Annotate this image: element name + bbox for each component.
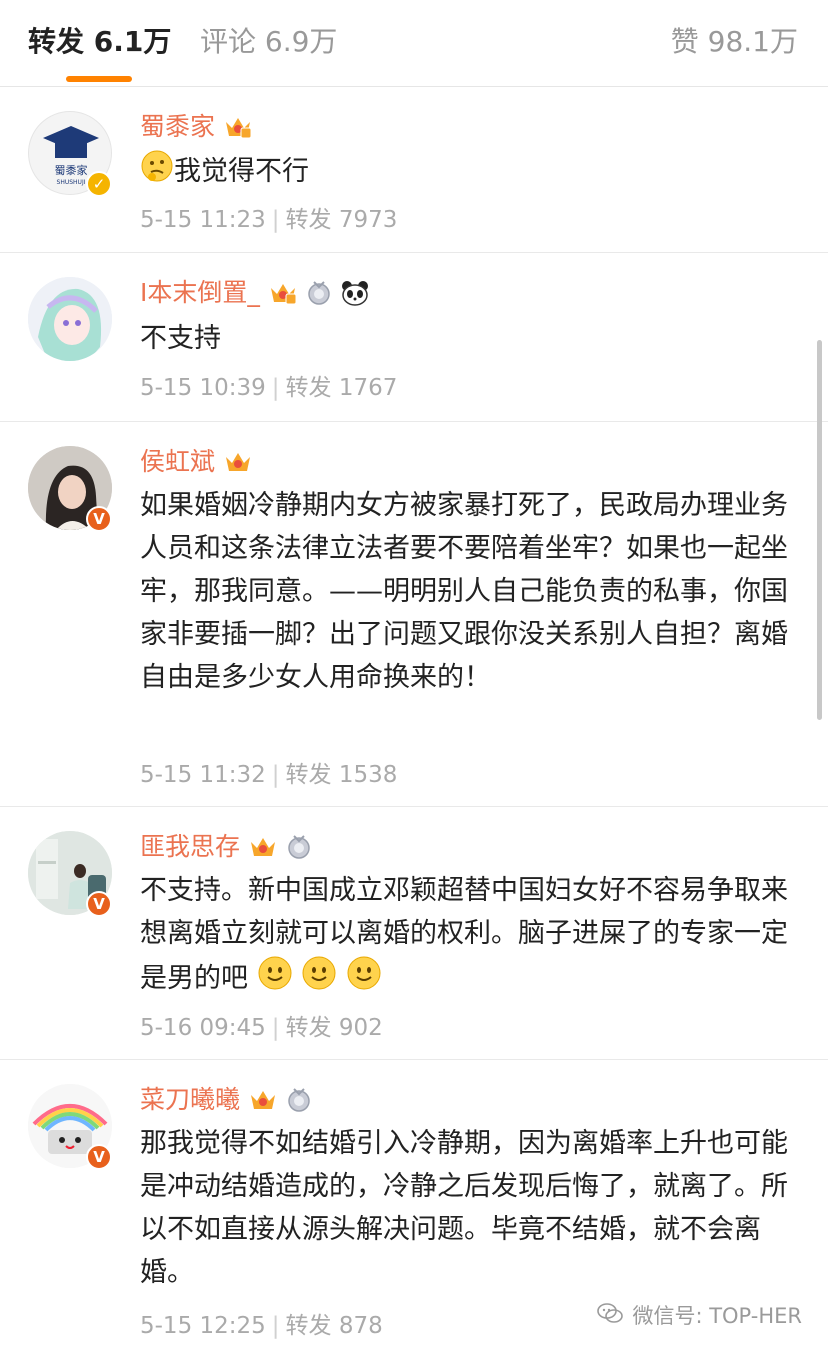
wechat-icon [596, 1301, 624, 1330]
comment-text: 如果婚姻冷静期内女方被家暴打死了，民政局办理业务人员和这条法律立法者要不要陪着坐… [140, 490, 788, 693]
active-tab-indicator [66, 76, 132, 82]
vip-crown-icon[interactable] [248, 834, 278, 860]
avatar-logo-subtext: SHUSHUJI [57, 179, 86, 186]
tab-like[interactable]: 赞 98.1万 [671, 22, 798, 62]
repost-count[interactable]: 转发 1538 [286, 762, 398, 788]
avatar[interactable] [28, 277, 112, 361]
vip-crown-icon[interactable] [268, 280, 298, 306]
smile-emoji-icon [301, 955, 337, 1004]
avatar-logo-text: 蜀黍家 [55, 163, 88, 177]
verified-badge-icon: V [86, 1144, 112, 1170]
verified-badge-icon: ✓ [86, 171, 112, 197]
repost-count[interactable]: 转发 902 [286, 1015, 383, 1041]
vip-crown-icon[interactable] [223, 449, 253, 475]
comment-text: 那我觉得不如结婚引入冷静期，因为离婚率上升也可能是冲动结婚造成的，冷静之后发现后… [140, 1128, 788, 1288]
panda-icon[interactable] [340, 280, 370, 306]
repost-count[interactable]: 转发 1767 [286, 375, 398, 401]
thinking-emoji-icon [140, 149, 174, 196]
comment-time: 5-15 12:25 [140, 1313, 266, 1339]
comment-time: 5-15 10:39 [140, 375, 266, 401]
smile-emoji-icon [257, 955, 293, 1004]
verified-badge-icon: V [86, 506, 112, 532]
comment-time: 5-15 11:23 [140, 207, 266, 233]
repost-count[interactable]: 转发 878 [286, 1313, 383, 1339]
comment-time: 5-15 11:32 [140, 762, 266, 788]
repost-count[interactable]: 转发 7973 [286, 207, 398, 233]
tab-bar: 转发 6.1万 评论 6.9万 赞 98.1万 [0, 0, 828, 87]
smile-emoji-icon [346, 955, 382, 1004]
tab-repost[interactable]: 转发 6.1万 [28, 22, 171, 62]
username[interactable]: 侯虹斌 [140, 444, 215, 480]
list-item: 蜀黍家 SHUSHUJI ✓ 蜀黍家 我觉得不行 5-15 11:23 | 转发 7… [0, 87, 828, 253]
list-item: I本末倒置_ 不支持 5-15 10:39 | 转发 1767 [0, 253, 828, 422]
vip-crown-icon[interactable] [248, 1087, 278, 1113]
list-item: V 匪我思存 不支持。新中国成立邓颖超替中国妇女好不容易争取来想离婚立刻就可以离… [0, 807, 828, 1060]
watermark: 微信号: TOP-HER [596, 1300, 802, 1330]
comment-time: 5-16 09:45 [140, 1015, 266, 1041]
medal-icon[interactable] [286, 834, 312, 860]
tab-comment[interactable]: 评论 6.9万 [200, 22, 337, 62]
watermark-text: 微信号: TOP-HER [632, 1304, 802, 1328]
username[interactable]: I本末倒置_ [140, 275, 260, 311]
username[interactable]: 匪我思存 [140, 829, 240, 865]
scrollbar[interactable] [817, 340, 822, 720]
comment-text: 不支持 [140, 323, 221, 354]
medal-icon[interactable] [286, 1087, 312, 1113]
comment-text: 我觉得不行 [174, 156, 309, 187]
username[interactable]: 菜刀曦曦 [140, 1082, 240, 1118]
username[interactable]: 蜀黍家 [140, 109, 215, 145]
list-item: V 侯虹斌 如果婚姻冷静期内女方被家暴打死了，民政局办理业务人员和这条法律立法者… [0, 422, 828, 807]
comment-text: 不支持。新中国成立邓颖超替中国妇女好不容易争取来想离婚立刻就可以离婚的权利。脑子… [140, 875, 788, 994]
vip-crown-icon[interactable] [223, 114, 253, 140]
medal-icon[interactable] [306, 280, 332, 306]
verified-badge-icon: V [86, 891, 112, 917]
